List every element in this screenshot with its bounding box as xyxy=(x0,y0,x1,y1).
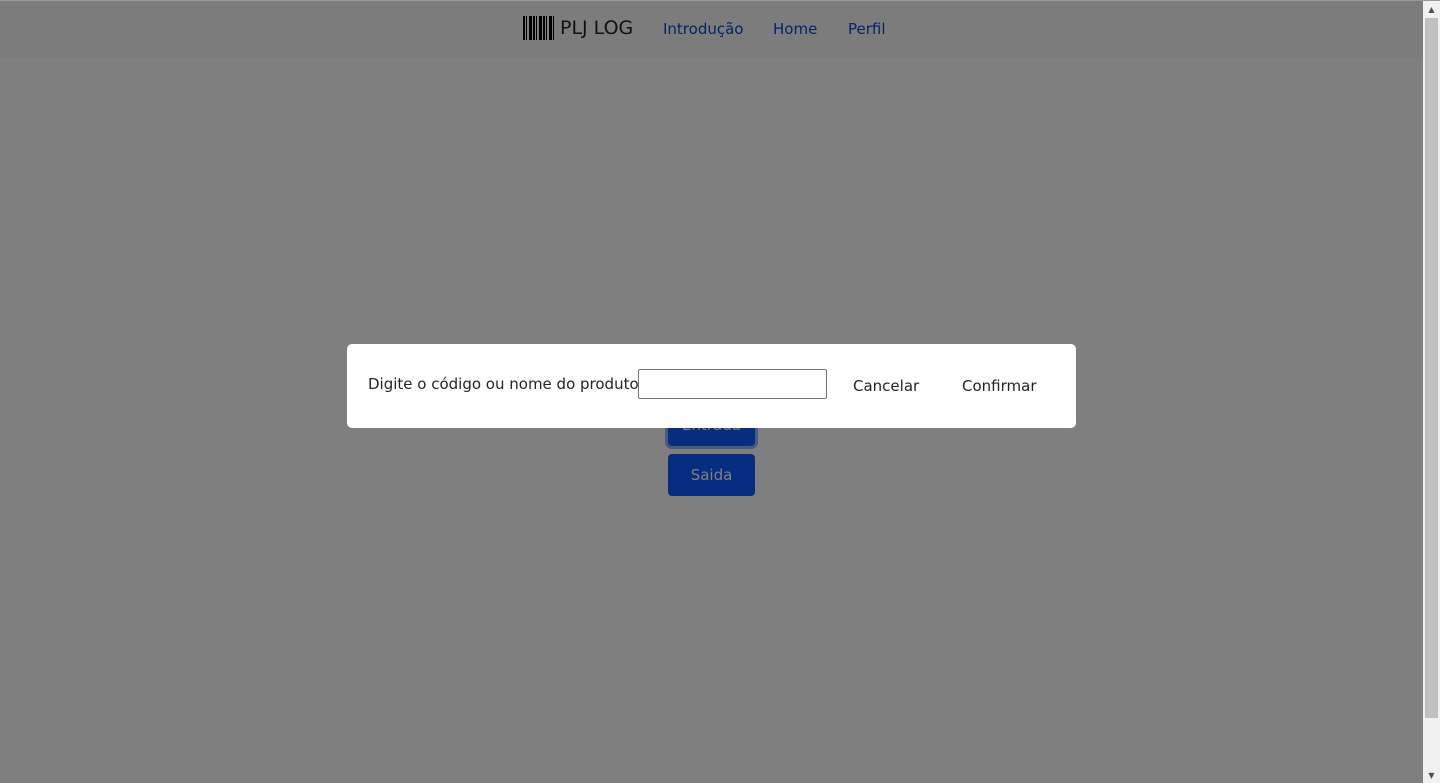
vertical-scrollbar[interactable]: ▲ ▼ xyxy=(1423,1,1440,783)
scroll-down-arrow-icon[interactable]: ▼ xyxy=(1423,767,1440,783)
cancel-button[interactable]: Cancelar xyxy=(853,369,919,403)
product-search-label: Digite o código ou nome do produto: xyxy=(368,375,644,393)
confirm-button[interactable]: Confirmar xyxy=(962,369,1036,403)
scrollbar-thumb[interactable] xyxy=(1425,18,1438,718)
product-search-input[interactable] xyxy=(638,369,827,399)
scroll-up-arrow-icon[interactable]: ▲ xyxy=(1423,1,1440,18)
page: PLJ LOG Introdução Home Perfil Entrada S… xyxy=(0,0,1440,783)
product-search-modal: Digite o código ou nome do produto: Canc… xyxy=(347,344,1076,428)
